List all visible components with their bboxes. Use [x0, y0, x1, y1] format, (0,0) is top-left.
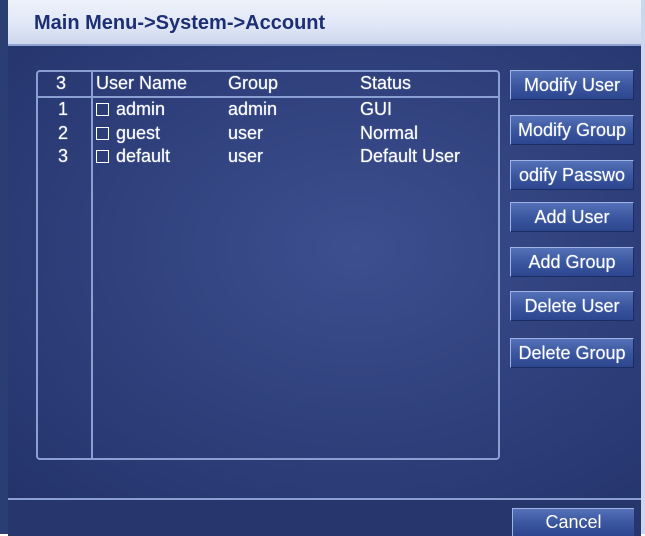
row-status: GUI	[360, 99, 393, 119]
row-group: user	[228, 123, 264, 143]
user-count: 3	[56, 73, 67, 93]
row-group: user	[228, 146, 264, 166]
add-group-button[interactable]: Add Group	[510, 247, 634, 277]
column-header-user-name: User Name	[96, 73, 188, 93]
row-checkbox[interactable]	[96, 103, 109, 116]
row-checkbox[interactable]	[96, 127, 109, 140]
delete-group-button[interactable]: Delete Group	[510, 338, 634, 368]
modify-group-button[interactable]: Modify Group	[510, 115, 634, 145]
account-window: Main Menu->System->Account 3 User Name G…	[0, 0, 645, 536]
row-index: 1	[58, 99, 69, 119]
add-user-button[interactable]: Add User	[510, 202, 634, 232]
cancel-button[interactable]: Cancel	[512, 508, 634, 536]
row-user-name: admin	[116, 99, 166, 119]
column-header-status: Status	[360, 73, 412, 93]
row-checkbox[interactable]	[96, 150, 109, 163]
row-status: Normal	[360, 123, 419, 143]
title-bar: Main Menu->System->Account	[8, 0, 641, 46]
bottom-bar: Cancel	[8, 498, 641, 536]
row-index: 2	[58, 123, 69, 143]
list-header-divider	[38, 96, 498, 98]
modify-user-button[interactable]: Modify User	[510, 70, 634, 100]
table-row[interactable]: 3 default user Default User	[38, 146, 498, 168]
modify-password-button[interactable]: odify Passwo	[510, 160, 634, 190]
user-list: 3 User Name Group Status 1 admin admin G…	[36, 70, 500, 460]
row-index: 3	[58, 146, 69, 166]
table-row[interactable]: 2 guest user Normal	[38, 123, 498, 145]
row-group: admin	[228, 99, 278, 119]
row-user-name: default	[116, 146, 171, 166]
delete-user-button[interactable]: Delete User	[510, 291, 634, 321]
row-status: Default User	[360, 146, 461, 166]
column-header-group: Group	[228, 73, 279, 93]
window-title: Main Menu->System->Account	[34, 12, 326, 34]
table-row[interactable]: 1 admin admin GUI	[38, 99, 498, 121]
row-user-name: guest	[116, 123, 161, 143]
account-panel: 3 User Name Group Status 1 admin admin G…	[8, 46, 641, 498]
